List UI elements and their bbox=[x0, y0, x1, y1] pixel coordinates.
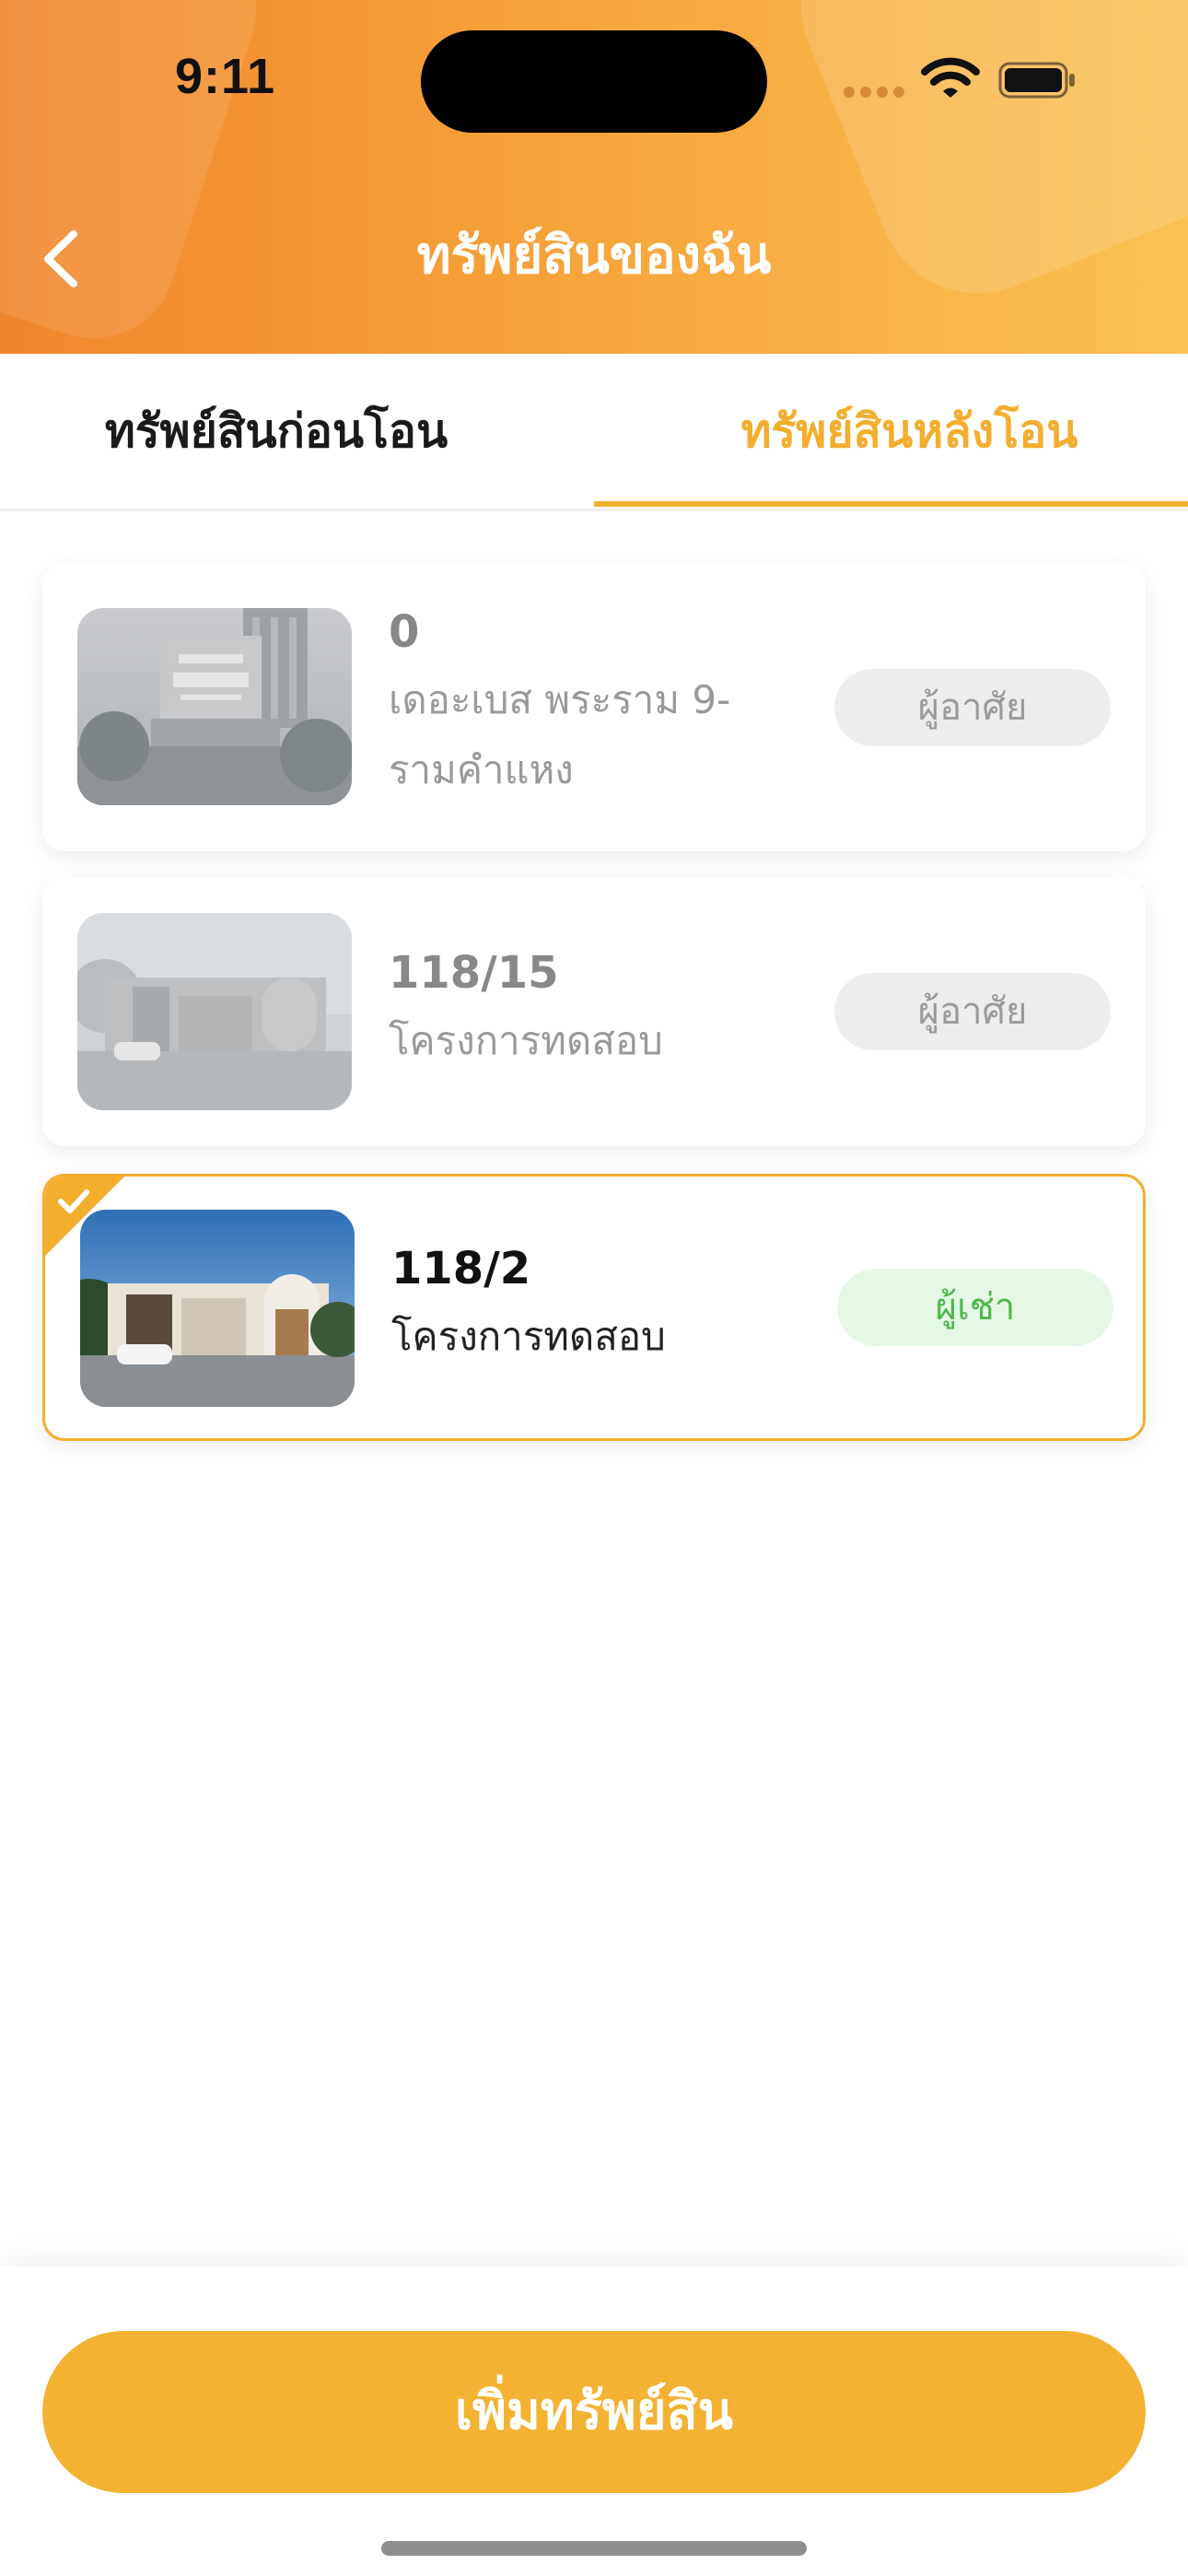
role-badge: ผู้อาศัย bbox=[834, 973, 1111, 1050]
asset-tabs: ทรัพย์สินก่อนโอน ทรัพย์สินหลังโอน bbox=[0, 354, 1188, 511]
asset-info: 118/2 โครงการทดสอบ bbox=[391, 1235, 833, 1372]
project-name: โครงการทดสอบ bbox=[389, 1018, 663, 1063]
tab-before-transfer[interactable]: ทรัพย์สินก่อนโอน bbox=[0, 354, 594, 509]
page-title: ทรัพย์สินของฉัน bbox=[416, 226, 772, 286]
asset-thumbnail-village-gate bbox=[80, 1210, 355, 1407]
status-bar-time: 9:11 bbox=[175, 49, 276, 104]
asset-thumbnail-building bbox=[77, 608, 352, 805]
unit-number: 118/15 bbox=[389, 947, 559, 999]
role-badge: ผู้อาศัย bbox=[834, 669, 1111, 746]
header: 9:11 ทรัพย์สินของฉัน bbox=[0, 0, 1188, 354]
my-assets-screen: 9:11 ทรัพย์สินของฉัน ทรัพย์สินก่อนโอน ทร… bbox=[0, 0, 1188, 2576]
asset-card[interactable]: 118/15 โครงการทดสอบ ผู้อาศัย bbox=[42, 877, 1146, 1146]
tab-after-transfer[interactable]: ทรัพย์สินหลังโอน bbox=[594, 354, 1188, 509]
active-tab-indicator bbox=[594, 501, 1188, 507]
asset-info: 118/15 โครงการทดสอบ bbox=[389, 940, 831, 1076]
project-name: เดอะเบส พระราม 9-รามคำแหง bbox=[389, 677, 731, 792]
battery-icon bbox=[998, 62, 1075, 99]
unit-number: 0 bbox=[389, 606, 420, 658]
dynamic-island bbox=[421, 30, 767, 133]
project-name: โครงการทดสอบ bbox=[391, 1314, 666, 1359]
wifi-icon bbox=[921, 57, 980, 98]
home-indicator bbox=[381, 2541, 807, 2556]
cellular-signal-icon bbox=[844, 87, 904, 98]
add-asset-button[interactable]: เพิ่มทรัพย์สิน bbox=[42, 2331, 1146, 2493]
role-badge: ผู้เช่า bbox=[837, 1269, 1113, 1346]
unit-number: 118/2 bbox=[391, 1243, 531, 1294]
asset-card[interactable]: 0 เดอะเบส พระราม 9-รามคำแหง ผู้อาศัย bbox=[42, 564, 1146, 851]
asset-thumbnail-village-gate bbox=[77, 913, 352, 1110]
asset-info: 0 เดอะเบส พระราม 9-รามคำแหง bbox=[389, 599, 831, 805]
asset-card-selected[interactable]: 118/2 โครงการทดสอบ ผู้เช่า bbox=[42, 1174, 1146, 1441]
